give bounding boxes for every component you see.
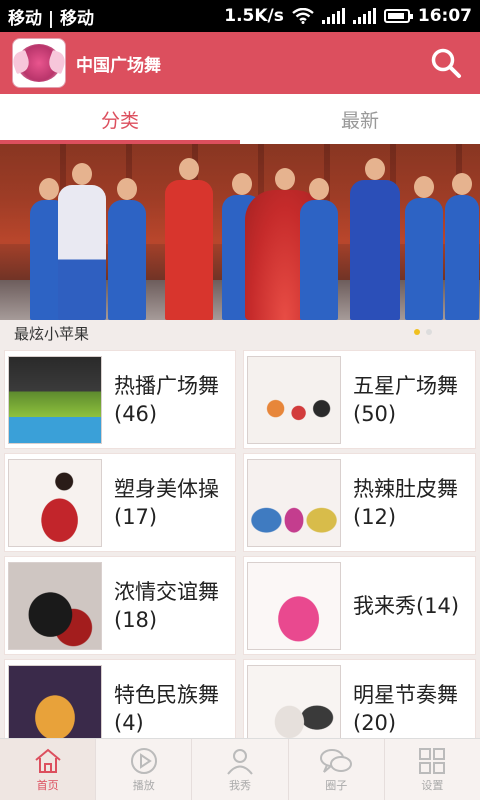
carousel-dot (426, 329, 432, 335)
carrier-label: 移动 | 移动 (8, 8, 95, 29)
category-grid: 热播广场舞(46) 五星广场舞(50) 塑身美体操(17) 热辣肚皮舞(12) … (0, 346, 480, 758)
category-belly-dance[interactable]: 热辣肚皮舞(12) (243, 453, 476, 552)
banner-caption: 最炫小苹果 (0, 320, 480, 346)
banner-carousel[interactable] (0, 144, 480, 320)
category-show-yourself[interactable]: 我来秀(14) (243, 556, 476, 655)
search-icon (431, 48, 461, 78)
play-icon (130, 747, 157, 774)
tab-bar: 分类 最新 (0, 94, 480, 144)
carousel-dot-active (414, 329, 420, 335)
nav-label: 播放 (132, 778, 155, 792)
category-body-shaping[interactable]: 塑身美体操(17) (4, 453, 236, 552)
person-icon (227, 748, 253, 775)
category-ballroom-dance[interactable]: 浓情交谊舞(18) (4, 556, 236, 655)
nav-settings[interactable]: 设置 (385, 739, 480, 800)
nav-my-show[interactable]: 我秀 (192, 739, 289, 800)
tab-latest[interactable]: 最新 (240, 94, 480, 144)
app-title: 中国广场舞 (76, 55, 161, 76)
category-thumbnail (8, 355, 102, 444)
nav-play[interactable]: 播放 (96, 739, 193, 800)
search-button[interactable] (424, 41, 468, 85)
app-logo (12, 38, 66, 88)
category-thumbnail (247, 561, 341, 650)
clock: 16:07 (417, 6, 472, 26)
nav-label: 首页 (36, 778, 59, 792)
nav-circle[interactable]: 圈子 (289, 739, 385, 800)
home-icon (34, 748, 61, 773)
status-bar: 移动 | 移动 1.5K/s 16:07 (0, 0, 480, 32)
category-five-star-square-dance[interactable]: 五星广场舞(50) (243, 350, 476, 449)
category-thumbnail (8, 561, 102, 650)
carousel-indicator (414, 329, 432, 335)
winged-dancer-logo (17, 44, 61, 82)
signal-icon (321, 8, 345, 24)
app-header: 中国广场舞 (0, 32, 480, 94)
wifi-icon (292, 8, 314, 24)
category-hot-square-dance[interactable]: 热播广场舞(46) (4, 350, 236, 449)
chat-bubbles-icon (320, 748, 353, 773)
nav-home[interactable]: 首页 (0, 739, 97, 800)
category-thumbnail (8, 458, 102, 547)
signal-icon-2 (352, 8, 376, 24)
nav-label: 圈子 (325, 778, 348, 792)
nav-label: 设置 (421, 778, 444, 792)
tab-category[interactable]: 分类 (0, 94, 240, 144)
network-speed: 1.5K/s (224, 6, 284, 26)
bottom-navigation: 首页 播放 我秀 圈子 设置 (0, 738, 480, 800)
battery-icon (383, 9, 413, 23)
category-thumbnail (247, 355, 341, 444)
grid-icon (419, 747, 446, 774)
nav-label: 我秀 (229, 778, 251, 792)
category-thumbnail (247, 458, 341, 547)
